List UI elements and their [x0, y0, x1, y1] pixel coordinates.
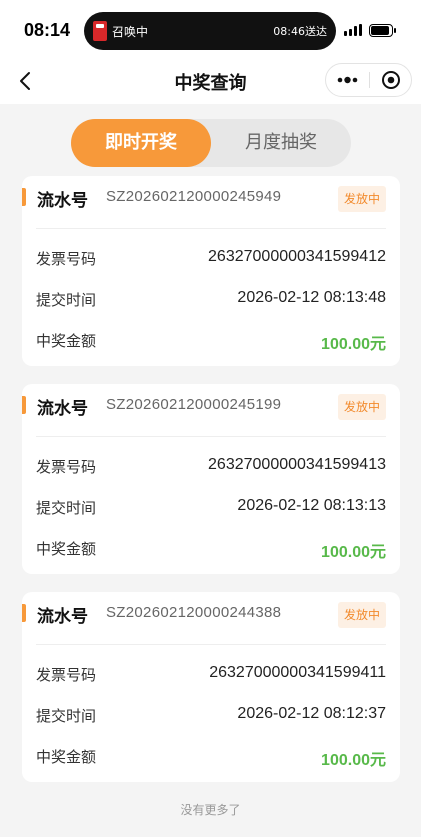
status-badge: 发放中 [338, 186, 386, 212]
card-divider [36, 644, 386, 645]
card-header: 流水号 SZ202602120000245199 发放中 [22, 384, 400, 434]
delivery-status-text: 召唤中 [112, 25, 149, 39]
status-badge: 发放中 [338, 602, 386, 628]
delivery-eta-text: 08:46送达 [273, 25, 327, 38]
submit-time-row: 提交时间 2026-02-12 08:12:37 [22, 705, 400, 727]
signal-icon [344, 24, 364, 36]
card-header: 流水号 SZ202602120000245949 发放中 [22, 176, 400, 226]
submit-time-label: 提交时间 [36, 707, 97, 725]
serial-number: SZ202602120000244388 [106, 604, 282, 621]
submit-time-row: 提交时间 2026-02-12 08:13:48 [22, 289, 400, 311]
card-divider [36, 436, 386, 437]
submit-time-label: 提交时间 [36, 499, 97, 517]
amount-label: 中奖金额 [36, 540, 97, 558]
nav-bar: 中奖查询 [0, 58, 421, 104]
lottery-tabs: 即时开奖 月度抽奖 [71, 119, 351, 167]
amount-row: 中奖金额 100.00元 [22, 330, 400, 353]
accent-bar [22, 188, 26, 206]
serial-label: 流水号 [37, 191, 88, 211]
record-card[interactable]: 流水号 SZ202602120000245199 发放中 发票号码 263270… [22, 384, 400, 574]
serial-number: SZ202602120000245949 [106, 188, 282, 205]
serial-number: SZ202602120000245199 [106, 396, 282, 413]
amount-label: 中奖金额 [36, 332, 97, 350]
more-icon[interactable] [326, 64, 369, 96]
card-header: 流水号 SZ202602120000244388 发放中 [22, 592, 400, 642]
invoice-row: 发票号码 26327000000341599412 [22, 248, 400, 270]
prize-amount: 100.00元 [321, 544, 386, 561]
submit-time-value: 2026-02-12 08:12:37 [237, 705, 386, 722]
serial-label: 流水号 [37, 607, 88, 627]
invoice-number: 26327000000341599412 [208, 248, 386, 265]
status-time: 08:14 [24, 20, 71, 40]
close-icon[interactable] [370, 64, 412, 96]
invoice-label: 发票号码 [36, 458, 97, 476]
invoice-label: 发票号码 [36, 666, 97, 684]
accent-bar [22, 604, 26, 622]
amount-row: 中奖金额 100.00元 [22, 746, 400, 769]
submit-time-row: 提交时间 2026-02-12 08:13:13 [22, 497, 400, 519]
prize-amount: 100.00元 [321, 752, 386, 769]
submit-time-value: 2026-02-12 08:13:13 [237, 497, 386, 514]
card-divider [36, 228, 386, 229]
record-card[interactable]: 流水号 SZ202602120000245949 发放中 发票号码 263270… [22, 176, 400, 366]
submit-time-label: 提交时间 [36, 291, 97, 309]
serial-label: 流水号 [37, 399, 88, 419]
accent-bar [22, 396, 26, 414]
invoice-row: 发票号码 26327000000341599411 [22, 664, 400, 686]
submit-time-value: 2026-02-12 08:13:48 [237, 289, 386, 306]
prize-amount: 100.00元 [321, 336, 386, 353]
delivery-live-activity[interactable]: 召唤中 08:46送达 [84, 12, 336, 50]
no-more-footer: 没有更多了 [180, 803, 241, 817]
amount-label: 中奖金额 [36, 748, 97, 766]
tab-instant-draw[interactable]: 即时开奖 [71, 119, 211, 167]
status-badge: 发放中 [338, 394, 386, 420]
status-bar: 08:14 召唤中 08:46送达 [0, 0, 421, 58]
record-card[interactable]: 流水号 SZ202602120000244388 发放中 发票号码 263270… [22, 592, 400, 782]
miniprogram-capsule [325, 63, 412, 97]
invoice-label: 发票号码 [36, 250, 97, 268]
amount-row: 中奖金额 100.00元 [22, 538, 400, 561]
invoice-number: 26327000000341599413 [208, 456, 386, 473]
tab-monthly-draw[interactable]: 月度抽奖 [211, 119, 351, 167]
battery-icon [369, 24, 396, 37]
delivery-icon [93, 21, 107, 41]
invoice-row: 发票号码 26327000000341599413 [22, 456, 400, 478]
invoice-number: 26327000000341599411 [209, 664, 386, 681]
